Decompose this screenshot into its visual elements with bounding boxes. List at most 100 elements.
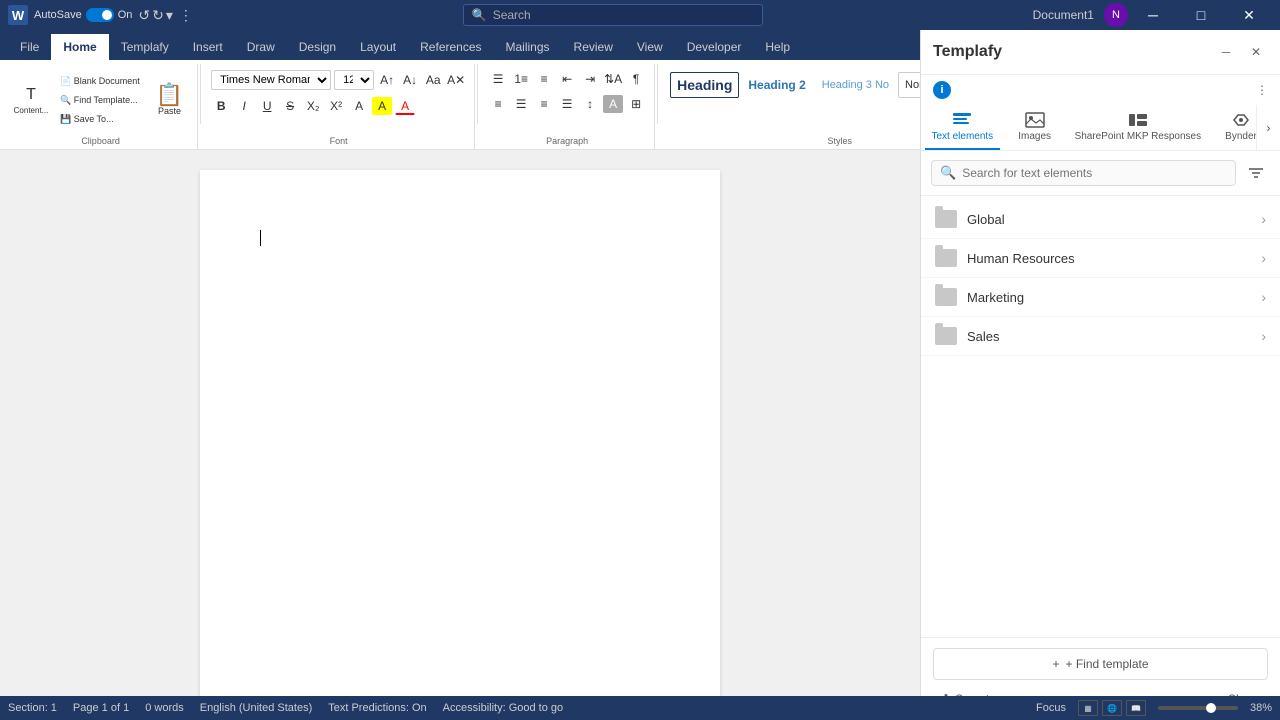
para-row1: ☰ 1≡ ≡ ⇤ ⇥ ⇅A ¶ <box>488 68 646 90</box>
italic-btn[interactable]: I <box>234 97 254 115</box>
autosave-state: On <box>118 9 133 21</box>
style-heading2[interactable]: Heading 2 <box>741 72 812 98</box>
search-placeholder: Search <box>493 8 531 22</box>
search-input-wrap: 🔍 <box>931 160 1236 186</box>
tab-home[interactable]: Home <box>51 34 108 60</box>
bold-btn[interactable]: B <box>211 97 231 115</box>
font-size-select[interactable]: 12 <box>334 70 374 90</box>
title-bar-left: W AutoSave On ↺ ↻ ▾ ⋮ <box>8 5 193 25</box>
show-marks-btn[interactable]: ¶ <box>626 70 646 88</box>
tab-templafy[interactable]: Templafy <box>109 34 181 60</box>
maximize-button[interactable]: □ <box>1178 0 1224 30</box>
decrease-indent-btn[interactable]: ⇤ <box>557 70 577 88</box>
tab-layout[interactable]: Layout <box>348 34 408 60</box>
tab-draw[interactable]: Draw <box>235 34 287 60</box>
para-row2: ≡ ☰ ≡ ☰ ↕ A ⊞ <box>488 93 646 115</box>
folder-sales-icon <box>935 327 957 345</box>
autosave-toggle-knob <box>102 10 112 20</box>
folder-marketing[interactable]: Marketing › <box>921 278 1280 317</box>
change-case-btn[interactable]: Aa <box>423 71 443 89</box>
user-avatar[interactable]: N <box>1104 3 1128 27</box>
folder-sales[interactable]: Sales › <box>921 317 1280 356</box>
read-view-btn[interactable]: 📖 <box>1126 700 1146 716</box>
nav-images[interactable]: Images <box>1000 105 1070 150</box>
search-input[interactable] <box>962 166 1227 180</box>
tab-references[interactable]: References <box>408 34 493 60</box>
style-heading3[interactable]: Heading 3 No <box>815 72 896 98</box>
zoom-knob[interactable] <box>1206 703 1216 713</box>
font-name-select[interactable]: Times New Roman <box>211 70 331 90</box>
filter-button[interactable] <box>1242 159 1270 187</box>
nav-scroll-right[interactable]: › <box>1256 105 1280 150</box>
strikethrough-btn[interactable]: S <box>280 97 300 115</box>
folder-list: Global › Human Resources › Marketing › S… <box>921 196 1280 637</box>
minimize-button[interactable]: ─ <box>1130 0 1176 30</box>
word-icon: W <box>8 5 28 25</box>
nav-text-elements[interactable]: Text elements <box>925 105 1000 150</box>
templatey-nav: Text elements Images SharePoint MKP Resp… <box>921 105 1280 151</box>
borders-btn[interactable]: ⊞ <box>626 95 646 113</box>
folder-hr[interactable]: Human Resources › <box>921 239 1280 278</box>
superscript-btn[interactable]: X² <box>326 97 346 115</box>
increase-font-btn[interactable]: A↑ <box>377 71 397 89</box>
align-right-btn[interactable]: ≡ <box>534 95 554 113</box>
focus-label[interactable]: Focus <box>1036 702 1066 714</box>
clear-format-btn[interactable]: A✕ <box>446 71 466 89</box>
tab-help[interactable]: Help <box>753 34 802 60</box>
save-template-button[interactable]: 💾 Save To... <box>56 110 144 128</box>
redo-icon[interactable]: ↻ <box>152 7 164 24</box>
multilevel-btn[interactable]: ≡ <box>534 70 554 88</box>
customize-ribbon-icon[interactable]: ⋮ <box>179 7 193 24</box>
line-spacing-btn[interactable]: ↕ <box>580 95 600 113</box>
tab-view[interactable]: View <box>625 34 675 60</box>
accessibility-status[interactable]: Accessibility: Good to go <box>443 702 563 714</box>
underline-btn[interactable]: U <box>257 97 277 115</box>
shading-btn[interactable]: A <box>603 95 623 113</box>
justify-btn[interactable]: ☰ <box>557 95 577 113</box>
bullets-btn[interactable]: ☰ <box>488 70 508 88</box>
blank-document-button[interactable]: 📄 Blank Document <box>56 72 144 90</box>
panel-minimize-button[interactable]: ─ <box>1214 40 1238 64</box>
font-color-btn[interactable]: A <box>395 97 415 115</box>
tab-mailings[interactable]: Mailings <box>494 34 562 60</box>
templatey-panel: Templafy ─ ✕ i ⋮ Text elements Images <box>920 30 1280 720</box>
nav-images-label: Images <box>1018 131 1051 142</box>
search-box[interactable]: 🔍 Search <box>463 4 763 26</box>
bynder-icon <box>1230 111 1252 129</box>
decrease-font-btn[interactable]: A↓ <box>400 71 420 89</box>
paste-button[interactable]: 📋 Paste <box>150 66 189 134</box>
tab-design[interactable]: Design <box>287 34 348 60</box>
style-heading1[interactable]: Heading <box>670 72 739 98</box>
content-button[interactable]: T Content... <box>12 84 50 116</box>
nav-sharepoint[interactable]: SharePoint MKP Responses <box>1070 105 1206 150</box>
more-commands-icon[interactable]: ▾ <box>166 7 173 24</box>
tab-file[interactable]: File <box>8 34 51 60</box>
language-status[interactable]: English (United States) <box>200 702 313 714</box>
increase-indent-btn[interactable]: ⇥ <box>580 70 600 88</box>
undo-icon[interactable]: ↺ <box>138 7 150 24</box>
find-template-btn[interactable]: + + Find template <box>933 648 1268 680</box>
autosave-toggle[interactable] <box>86 8 114 22</box>
tab-developer[interactable]: Developer <box>675 34 754 60</box>
numbering-btn[interactable]: 1≡ <box>511 70 531 88</box>
text-highlight-btn[interactable]: A <box>372 97 392 115</box>
text-predictions-status[interactable]: Text Predictions: On <box>328 702 426 714</box>
tab-review[interactable]: Review <box>562 34 625 60</box>
sort-btn[interactable]: ⇅A <box>603 70 623 88</box>
styles-label: Styles <box>828 136 853 149</box>
align-left-btn[interactable]: ≡ <box>488 95 508 113</box>
document-page[interactable] <box>200 170 720 696</box>
panel-more-options[interactable]: ⋮ <box>1256 83 1268 97</box>
subscript-btn[interactable]: X₂ <box>303 97 323 115</box>
text-effects-btn[interactable]: A <box>349 97 369 115</box>
nav-bynder-label: Bynder <box>1225 131 1257 142</box>
tab-insert[interactable]: Insert <box>181 34 235 60</box>
web-layout-view-btn[interactable]: 🌐 <box>1102 700 1122 716</box>
align-center-btn[interactable]: ☰ <box>511 95 531 113</box>
panel-close-button[interactable]: ✕ <box>1244 40 1268 64</box>
folder-global[interactable]: Global › <box>921 200 1280 239</box>
close-button[interactable]: ✕ <box>1226 0 1272 30</box>
print-layout-view-btn[interactable]: ▦ <box>1078 700 1098 716</box>
zoom-slider[interactable] <box>1158 706 1238 710</box>
find-template-button[interactable]: 🔍 Find Template... <box>56 91 144 109</box>
